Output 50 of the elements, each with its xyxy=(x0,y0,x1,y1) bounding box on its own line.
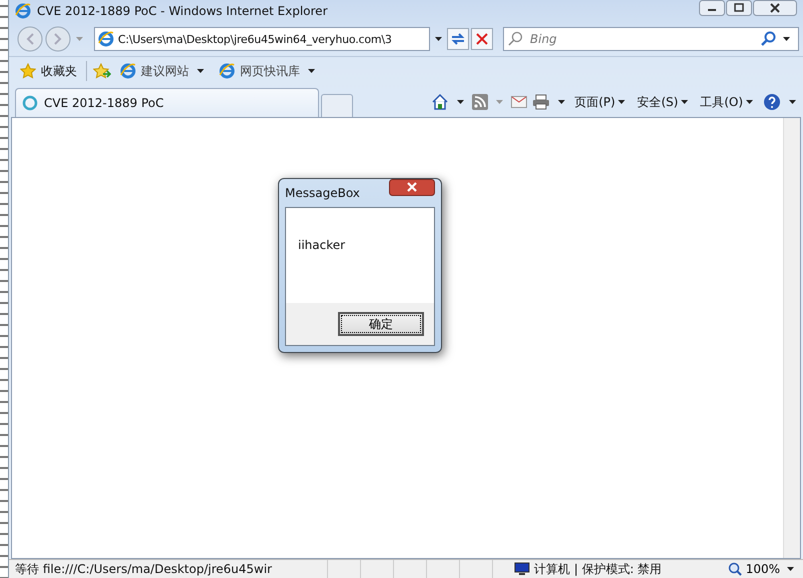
zoom-icon xyxy=(728,562,742,576)
restore-icon[interactable] xyxy=(726,0,752,16)
favorites-link[interactable]: 建议网站 xyxy=(117,60,210,82)
caret-icon[interactable] xyxy=(746,100,753,104)
status-text: 等待 file:///C:/Users/ma/Desktop/jre6u45wir xyxy=(15,560,273,578)
caret-icon[interactable] xyxy=(456,100,464,104)
menu-button[interactable]: 页面(P) xyxy=(572,94,630,110)
favorites-link[interactable]: 网页快讯库 xyxy=(216,60,321,82)
caret-icon[interactable] xyxy=(681,100,688,104)
minimize-icon[interactable] xyxy=(699,0,725,16)
star-icon xyxy=(20,63,36,79)
caret-icon[interactable] xyxy=(783,37,790,41)
menu-button[interactable]: 安全(S) xyxy=(635,94,694,110)
caret-icon[interactable] xyxy=(197,69,204,73)
zoom-button[interactable]: 100% xyxy=(668,562,803,576)
window-title: CVE 2012-1889 PoC - Windows Internet Explorer xyxy=(37,4,329,18)
close-icon[interactable] xyxy=(753,0,797,16)
mail-icon[interactable] xyxy=(510,96,527,108)
search-icon[interactable] xyxy=(761,31,777,47)
dialog-title: MessageBox xyxy=(285,186,360,200)
caret-icon[interactable] xyxy=(308,69,315,73)
feed-icon[interactable] xyxy=(472,94,488,110)
add-favorite-icon[interactable] xyxy=(93,63,111,79)
menu-button[interactable]: 工具(O) xyxy=(698,94,758,110)
refresh-icon[interactable] xyxy=(447,28,469,50)
caret-icon[interactable] xyxy=(558,100,565,104)
security-zone: 计算机 | 保护模式: 禁用 xyxy=(534,560,662,578)
page-icon xyxy=(98,31,114,47)
page-icon xyxy=(120,63,136,79)
dialog-message: iihacker xyxy=(298,238,346,252)
home-icon[interactable] xyxy=(430,93,449,111)
caret-icon[interactable] xyxy=(789,100,796,104)
search-field[interactable]: Bing xyxy=(503,27,799,51)
scrollbar[interactable] xyxy=(783,118,800,558)
ok-button[interactable]: 确定 xyxy=(338,312,424,336)
close-icon[interactable] xyxy=(389,179,435,196)
loading-icon xyxy=(22,95,38,111)
page-icon xyxy=(219,63,235,79)
stop-icon[interactable] xyxy=(471,28,493,50)
address-field[interactable]: C:\Users\ma\Desktop\jre6u45win64_veryhuo.com\3 xyxy=(94,27,430,51)
browser-logo-icon xyxy=(15,3,31,19)
magnifier-icon xyxy=(508,31,524,47)
caret-icon[interactable] xyxy=(435,37,442,41)
browser-tab[interactable]: CVE 2012-1889 PoC xyxy=(15,88,319,117)
favorites-button[interactable]: 收藏夹 xyxy=(17,60,80,82)
printer-icon[interactable] xyxy=(532,94,550,110)
help-icon[interactable] xyxy=(763,93,781,111)
caret-icon[interactable] xyxy=(787,567,794,571)
caret-icon[interactable] xyxy=(618,100,626,104)
monitor-icon xyxy=(514,562,530,576)
